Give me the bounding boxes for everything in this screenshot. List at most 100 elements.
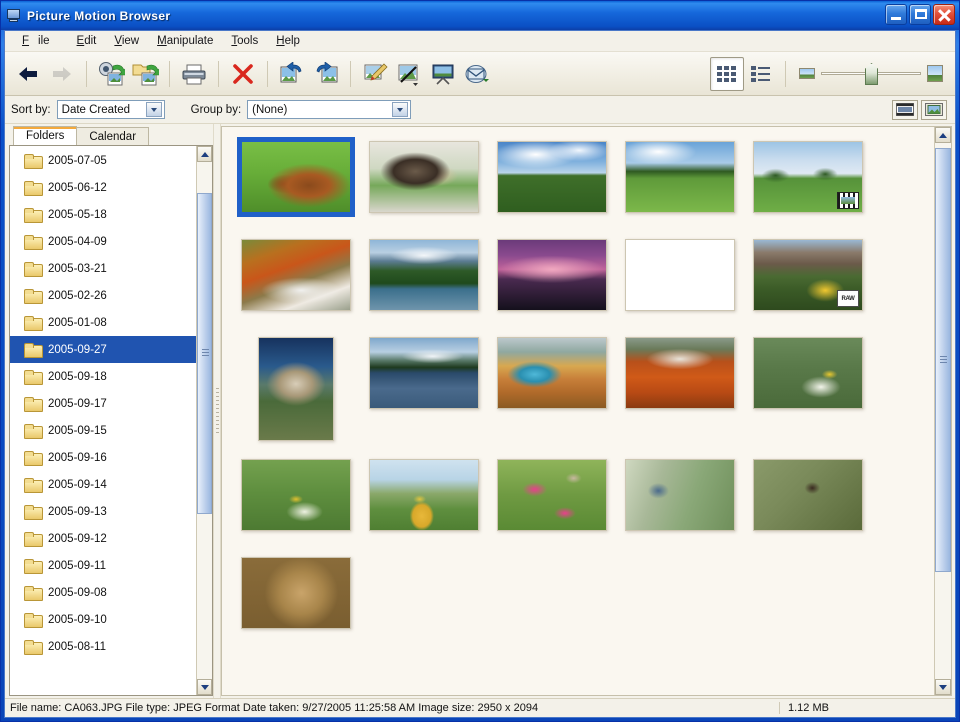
preview-layout-icon[interactable] [921, 99, 947, 120]
printer-icon[interactable] [177, 57, 211, 91]
folder-scroll-thumb[interactable] [197, 193, 212, 514]
import-from-folder-icon[interactable] [128, 57, 162, 91]
thumbnail-partial-warm-tone-image[interactable] [241, 557, 351, 629]
adjust-image-icon[interactable] [392, 57, 426, 91]
folder-item-2005-09-18[interactable]: 2005-09-18 [10, 363, 196, 390]
group-by-select[interactable]: (None) [247, 100, 412, 119]
thumbnail-field-with-tree-line[interactable] [625, 141, 735, 213]
thumbnail-calico-cat-in-grass[interactable] [369, 141, 479, 213]
import-from-camera-icon[interactable] [94, 57, 128, 91]
tab-calendar[interactable]: Calendar [76, 127, 150, 145]
folder-icon [24, 208, 43, 223]
folder-item-2005-09-14[interactable]: 2005-09-14 [10, 471, 196, 498]
scroll-up-icon[interactable] [197, 146, 212, 162]
minimize-button[interactable] [885, 4, 907, 25]
rotate-right-icon[interactable] [309, 57, 343, 91]
thumbnail-dachshund-puppy-in-grass[interactable] [237, 137, 355, 217]
thumbnail-wagtail-on-blossom[interactable] [241, 459, 351, 531]
close-button[interactable] [933, 4, 955, 25]
folder-item-2005-09-16[interactable]: 2005-09-16 [10, 444, 196, 471]
forward-arrow-icon[interactable] [45, 57, 79, 91]
retouch-pencil-icon[interactable] [358, 57, 392, 91]
folder-item-2005-09-17[interactable]: 2005-09-17 [10, 390, 196, 417]
scroll-down-icon[interactable] [197, 679, 212, 695]
filmstrip-layout-icon[interactable] [892, 99, 918, 120]
thumbnail-wagtail-on-post[interactable] [369, 459, 479, 531]
large-thumbnail-icon[interactable] [927, 65, 943, 82]
thumbnail-snowy-mountain-lake[interactable] [369, 239, 479, 311]
folder-item-2005-06-12[interactable]: 2005-06-12 [10, 174, 196, 201]
thumbnail-size-slider[interactable] [821, 63, 921, 85]
thumbnail-alpine-peak-with-sunflowers[interactable]: RAW [753, 239, 863, 311]
folder-icon [24, 613, 43, 628]
folder-item-2005-09-12[interactable]: 2005-09-12 [10, 525, 196, 552]
maximize-button[interactable] [909, 4, 931, 25]
sort-group-bar: Sort by: Date Created Group by: (None) [5, 96, 955, 124]
thumbnail-red-mineral-flats[interactable] [625, 337, 735, 409]
thumbnail-yellow-bird-on-white-flower[interactable] [753, 337, 863, 409]
thumbnail-scroll-thumb[interactable] [935, 148, 951, 572]
thumbnail-purple-dusk-mountains[interactable] [497, 239, 607, 311]
thumbnail-cell [488, 141, 616, 213]
scroll-down-icon[interactable] [935, 679, 951, 695]
thumbnail-lone-trees-on-hill[interactable] [753, 141, 863, 213]
menu-item-manipulate[interactable]: Manipulate [148, 32, 222, 50]
thumbnail-driftwood-portrait[interactable] [258, 337, 334, 441]
email-envelope-icon[interactable] [460, 57, 494, 91]
folder-item-2005-09-10[interactable]: 2005-09-10 [10, 606, 196, 633]
folder-scroll-track[interactable] [197, 162, 212, 679]
menu-item-edit[interactable]: Edit [68, 32, 106, 50]
folder-item-2005-05-18[interactable]: 2005-05-18 [10, 201, 196, 228]
tab-folders-label: Folders [26, 130, 65, 142]
thumbnail-grid[interactable]: RAW [222, 127, 934, 695]
slideshow-screen-icon[interactable] [426, 57, 460, 91]
menu-item-help[interactable]: Help [267, 32, 309, 50]
folder-item-2005-09-08[interactable]: 2005-09-08 [10, 579, 196, 606]
thumbnail-hot-spring-terrace[interactable] [497, 337, 607, 409]
folder-item-2005-09-13[interactable]: 2005-09-13 [10, 498, 196, 525]
thumbnail-scroll-track[interactable] [935, 143, 951, 679]
thumbnail-bird-in-pink-flowers[interactable] [497, 459, 607, 531]
thumbnail-scrollbar[interactable] [934, 127, 951, 695]
scroll-up-icon[interactable] [935, 127, 951, 143]
folder-item-label: 2005-05-18 [48, 208, 107, 221]
back-arrow-icon[interactable] [11, 57, 45, 91]
menu-item-tools[interactable]: Tools [222, 32, 267, 50]
thumbnail-orange-sunset-over-hills[interactable] [625, 239, 735, 311]
thumbnail-cell [488, 337, 616, 441]
menu-item-view[interactable]: View [105, 32, 148, 50]
slider-knob[interactable] [865, 63, 878, 85]
thumbnail-autumn-stream-rapids[interactable] [241, 239, 351, 311]
folder-item-2005-07-05[interactable]: 2005-07-05 [10, 147, 196, 174]
tab-folders[interactable]: Folders [13, 126, 78, 145]
folder-item-2005-03-21[interactable]: 2005-03-21 [10, 255, 196, 282]
panel-splitter[interactable] [213, 124, 221, 698]
folder-tree-list[interactable]: 2005-07-05 2005-06-12 2005-05-18 2005-04-09… [10, 146, 196, 695]
right-panel: RAW [221, 126, 952, 696]
chevron-down-icon[interactable] [392, 102, 409, 117]
thumbnail-heron-in-branches[interactable] [625, 459, 735, 531]
folder-item-2005-04-09[interactable]: 2005-04-09 [10, 228, 196, 255]
folder-item-2005-09-15[interactable]: 2005-09-15 [10, 417, 196, 444]
grid-view-icon[interactable] [710, 56, 744, 91]
application-window: Picture Motion Browser File Edit View Ma… [0, 0, 960, 722]
thumbnail-green-meadow-with-clouds[interactable] [497, 141, 607, 213]
folder-item-2005-02-26[interactable]: 2005-02-26 [10, 282, 196, 309]
folder-item-2005-08-11[interactable]: 2005-08-11 [10, 633, 196, 660]
rotate-left-icon[interactable] [275, 57, 309, 91]
thumbnail-cell [360, 141, 488, 213]
folder-item-2005-01-08[interactable]: 2005-01-08 [10, 309, 196, 336]
sort-by-select[interactable]: Date Created [56, 100, 165, 119]
folder-item-2005-09-27[interactable]: 2005-09-27 [10, 336, 196, 363]
folder-tree-scrollbar[interactable] [196, 146, 212, 695]
folder-item-label: 2005-08-11 [48, 640, 106, 653]
folder-item-2005-09-11[interactable]: 2005-09-11 [10, 552, 196, 579]
red-x-delete-icon[interactable] [226, 57, 260, 91]
list-view-icon[interactable] [744, 57, 778, 91]
chevron-down-icon[interactable] [145, 102, 162, 117]
menu-bar: File Edit View Manipulate Tools Help [5, 31, 955, 52]
small-thumbnail-icon[interactable] [799, 68, 815, 79]
thumbnail-mountain-lake-reflection[interactable] [369, 337, 479, 409]
thumbnail-stonechat-on-twig[interactable] [753, 459, 863, 531]
menu-item-file[interactable]: File [13, 32, 68, 50]
